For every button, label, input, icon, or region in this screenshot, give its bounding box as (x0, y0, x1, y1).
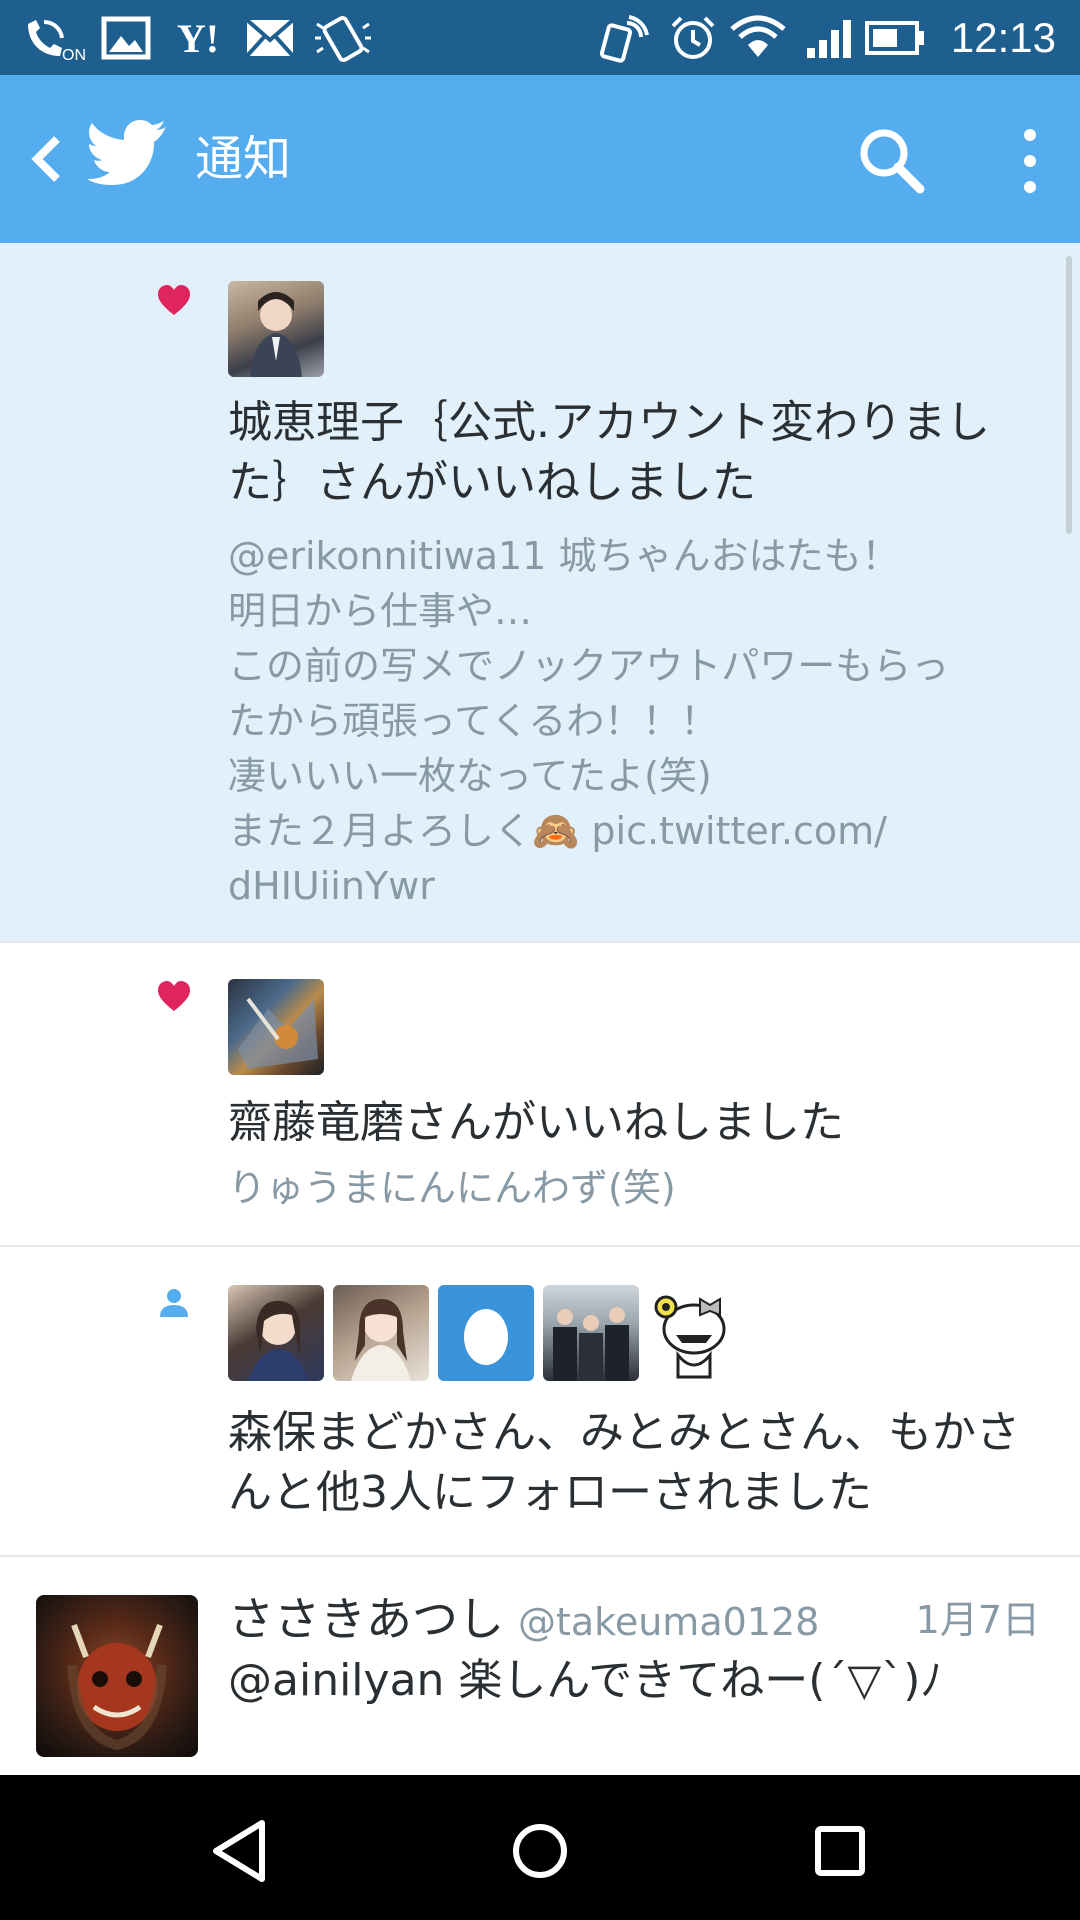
status-bar: ON Y! 12:13 (0, 0, 1080, 75)
notification-headline: 森保まどかさん、みとみとさん、もかさんと他3人にフォローされました (228, 1407, 1020, 1518)
avatar[interactable] (543, 1285, 639, 1381)
avatar[interactable] (648, 1285, 744, 1381)
volte-on-icon: ON (22, 14, 86, 62)
tweet-author[interactable]: ささきあつし @takeuma0128 (228, 1588, 819, 1653)
svg-text:ON: ON (62, 47, 86, 62)
person-icon (156, 1285, 192, 1321)
nfc-icon (598, 14, 650, 63)
page-title: 通知 (195, 131, 292, 187)
search-icon[interactable] (856, 125, 928, 197)
navigation-bar (0, 1775, 1080, 1920)
author-name: ささきあつし (228, 1592, 504, 1646)
avatar[interactable] (36, 1595, 198, 1757)
avatar[interactable] (228, 1285, 324, 1381)
author-handle: @takeuma0128 (518, 1600, 820, 1644)
heart-icon (156, 283, 192, 319)
avatar[interactable] (228, 281, 324, 377)
screen-rotate-icon (310, 14, 376, 62)
notification-headline: 齋藤竜磨さんがいいねしました (228, 1097, 844, 1148)
notification-list[interactable]: 城恵理子｛公式.アカウント変わりました｝さんがいいねしました @erikonni… (0, 243, 1080, 1775)
yahoo-icon: Y! (176, 15, 220, 61)
signal-icon (804, 14, 858, 62)
app-bar: 通知 (0, 75, 1080, 243)
avatar[interactable] (333, 1285, 429, 1381)
tweet-date: 1月7日 (915, 1598, 1040, 1642)
mail-icon (244, 14, 296, 62)
back-triangle-icon[interactable] (200, 1811, 280, 1891)
more-options-icon[interactable] (1010, 125, 1050, 197)
home-circle-icon[interactable] (500, 1811, 580, 1891)
notification-headline: 城恵理子｛公式.アカウント変わりました｝さんがいいねしました (228, 397, 990, 508)
twitter-bird-icon (87, 117, 168, 197)
avatar[interactable] (228, 979, 324, 1075)
scrollbar[interactable] (1066, 256, 1072, 534)
tweet-text: @ainilyan 楽しんできてねー(´▽`)ﾉ (228, 1655, 943, 1706)
gallery-icon (100, 14, 152, 62)
tweet-snippet: @erikonnitiwa11 城ちゃんおはたも！ 明日から仕事や… この前の写… (228, 534, 950, 908)
heart-icon (156, 979, 192, 1015)
default-avatar-egg-icon[interactable] (438, 1285, 534, 1381)
wifi-icon (730, 14, 786, 62)
notification-item-like[interactable]: 齋藤竜磨さんがいいねしました りゅうまにんにんわず(笑) (0, 943, 1080, 1247)
clock: 12:13 (950, 14, 1056, 61)
tweet-snippet: りゅうまにんにんわず(笑) (228, 1166, 676, 1210)
recents-square-icon[interactable] (800, 1811, 880, 1891)
back-arrow-icon[interactable] (18, 125, 74, 193)
notification-item-like[interactable]: 城恵理子｛公式.アカウント変わりました｝さんがいいねしました @erikonni… (0, 243, 1080, 943)
notification-item-follow[interactable]: 森保まどかさん、みとみとさん、もかさんと他3人にフォローされました (0, 1247, 1080, 1557)
alarm-icon (668, 14, 718, 62)
battery-icon (864, 14, 926, 62)
